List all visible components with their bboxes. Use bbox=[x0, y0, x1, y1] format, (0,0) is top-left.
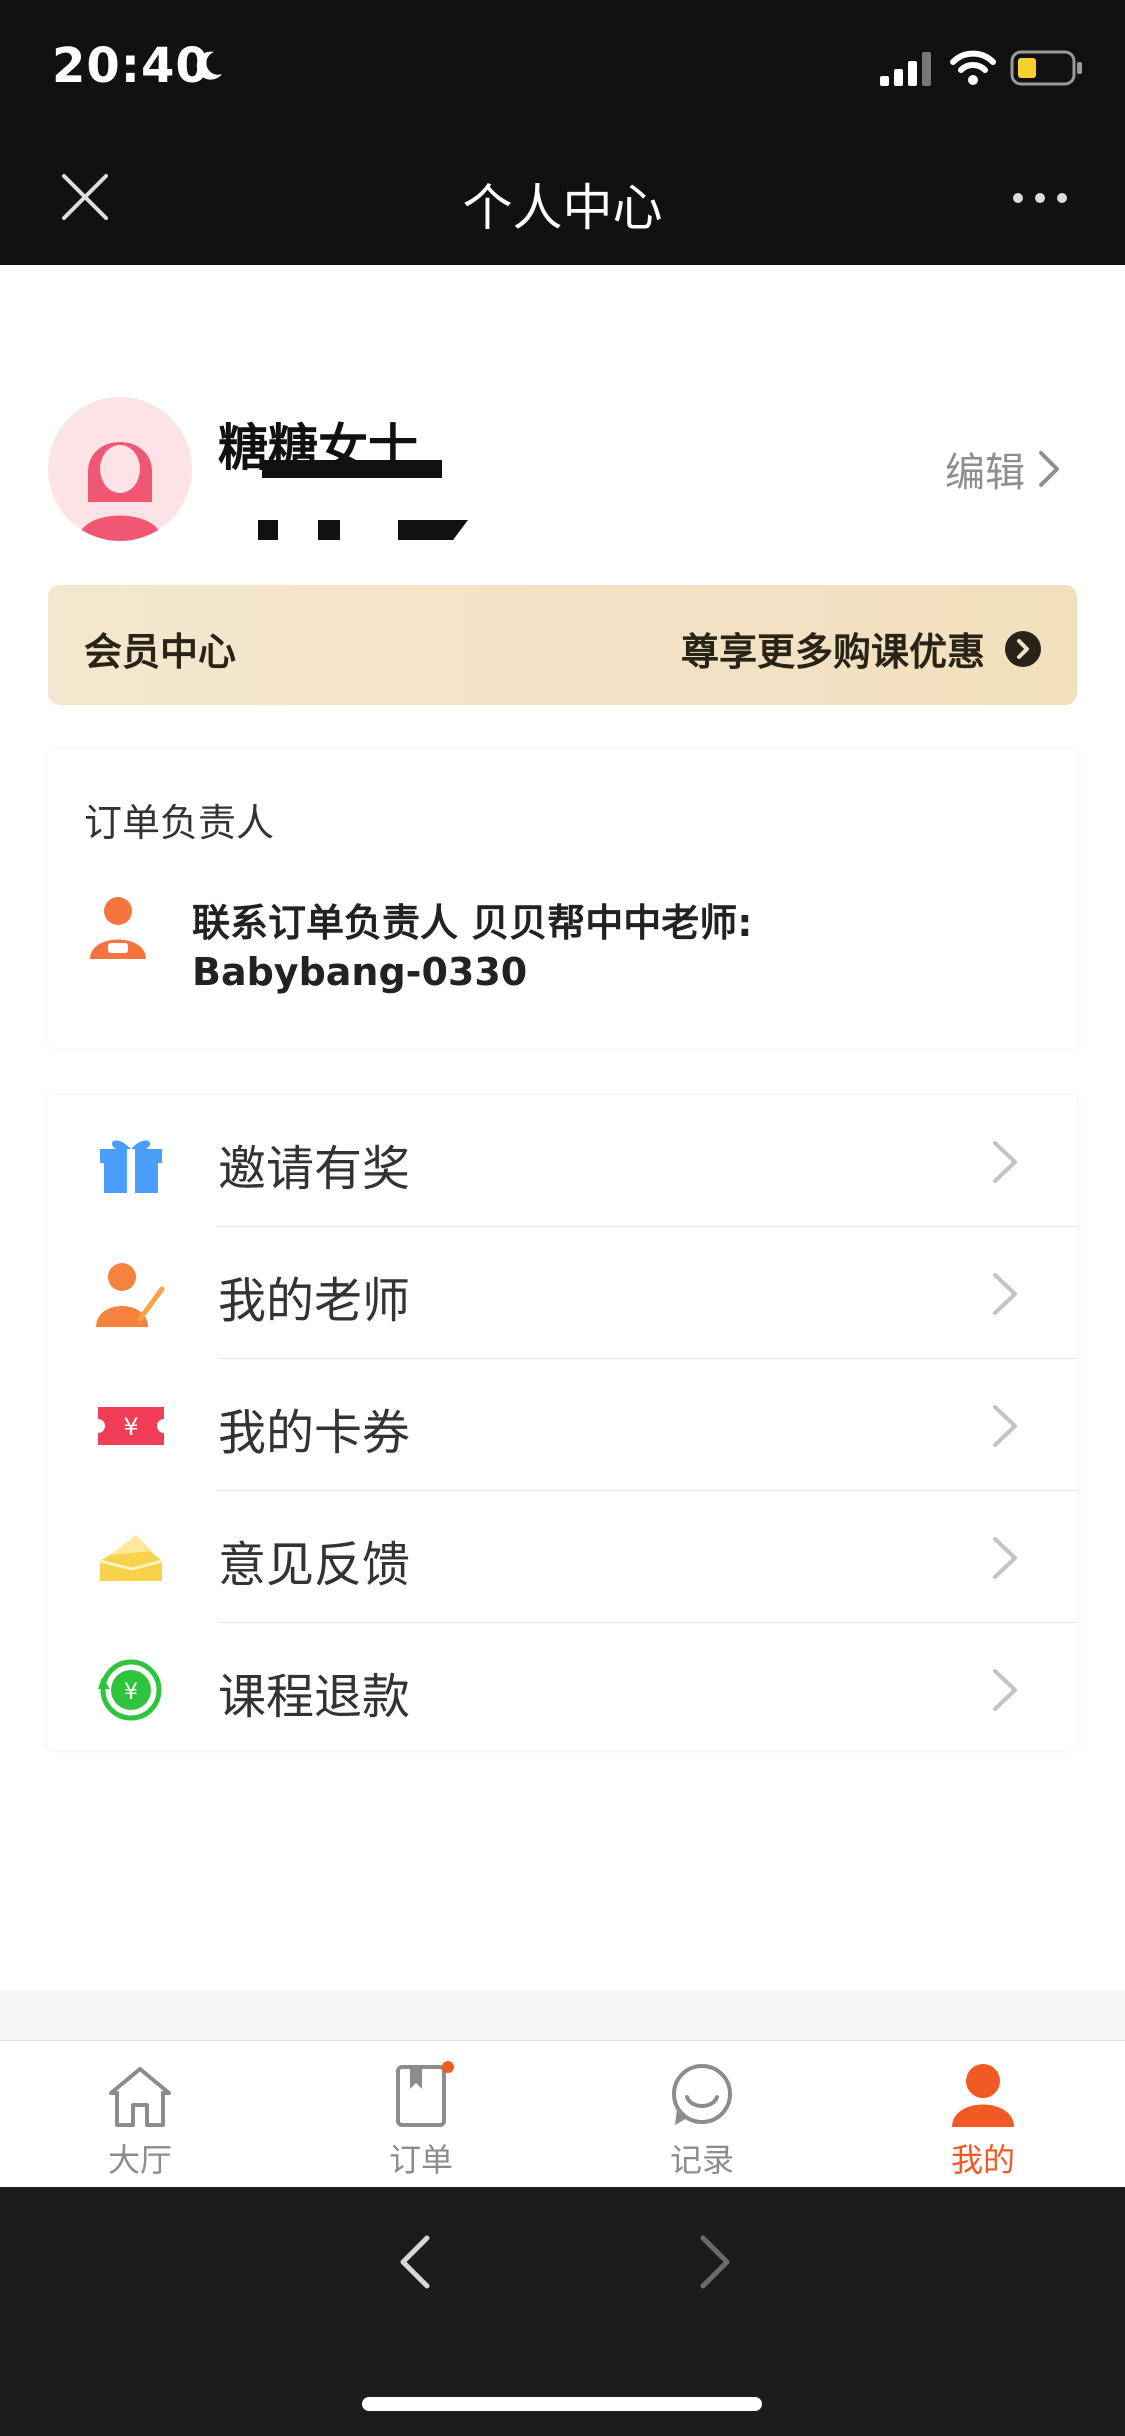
tab-mine[interactable]: 我的 bbox=[883, 2061, 1083, 2181]
menu-item-teacher[interactable]: 我的老师 bbox=[48, 1227, 1077, 1359]
profile-icon bbox=[952, 2064, 1014, 2127]
background-strip bbox=[0, 1990, 1125, 2040]
status-time: 20:40 bbox=[52, 38, 210, 94]
teacher-icon bbox=[96, 1263, 165, 1327]
chevron-right-icon bbox=[993, 1405, 1017, 1447]
menu-label: 我的老师 bbox=[218, 1273, 411, 1329]
page-title: 个人中心 bbox=[462, 179, 663, 237]
record-icon bbox=[672, 2064, 732, 2125]
edit-profile-link[interactable]: 编辑 bbox=[945, 440, 1061, 498]
nav-bar: 个人中心 bbox=[0, 130, 1125, 265]
tab-orders[interactable]: 订单 bbox=[321, 2061, 521, 2181]
menu-item-feedback[interactable]: 意见反馈 bbox=[48, 1491, 1077, 1623]
order-owner-card: 订单负责人 联系订单负责人 贝贝帮中中老师: Babybang-0330 bbox=[48, 750, 1077, 1048]
member-center-label: 会员中心 bbox=[84, 630, 237, 674]
tab-records[interactable]: 记录 bbox=[602, 2061, 802, 2181]
menu-label: 意见反馈 bbox=[218, 1537, 411, 1593]
feedback-icon bbox=[99, 1535, 163, 1581]
person-contact-icon bbox=[90, 897, 146, 959]
order-owner-id[interactable]: Babybang-0330 bbox=[192, 950, 527, 994]
order-owner-contact: 联系订单负责人 贝贝帮中中老师: bbox=[192, 901, 753, 945]
redacted-bar bbox=[262, 460, 442, 478]
order-icon bbox=[396, 2061, 454, 2127]
signal-icon bbox=[880, 52, 931, 86]
tab-label: 记录 bbox=[669, 2141, 734, 2179]
tab-label: 我的 bbox=[950, 2141, 1015, 2179]
moon-icon bbox=[196, 51, 222, 80]
svg-text:¥: ¥ bbox=[123, 1413, 138, 1441]
menu-label: 邀请有奖 bbox=[218, 1141, 411, 1197]
tab-label: 大厅 bbox=[107, 2141, 172, 2179]
forward-icon[interactable] bbox=[695, 2232, 735, 2292]
tab-label: 订单 bbox=[388, 2141, 453, 2179]
order-owner-title: 订单负责人 bbox=[84, 801, 275, 845]
edit-label: 编辑 bbox=[945, 450, 1025, 496]
browser-toolbar bbox=[0, 2187, 1125, 2436]
coupon-icon: ¥ bbox=[98, 1407, 164, 1445]
chevron-right-icon bbox=[993, 1141, 1017, 1183]
more-icon[interactable] bbox=[1010, 188, 1070, 208]
tab-bar: 大厅 订单 记录 我的 bbox=[0, 2040, 1125, 2187]
avatar[interactable] bbox=[48, 397, 192, 541]
menu-label: 我的卡券 bbox=[218, 1405, 411, 1461]
chevron-right-icon bbox=[993, 1669, 1017, 1711]
member-center-banner[interactable]: 会员中心 尊享更多购课优惠 bbox=[48, 585, 1077, 705]
menu-item-invite[interactable]: 邀请有奖 bbox=[48, 1095, 1077, 1227]
chevron-right-icon bbox=[1039, 451, 1059, 487]
chevron-right-icon bbox=[993, 1273, 1017, 1315]
wifi-icon bbox=[950, 50, 996, 85]
menu-item-coupons[interactable]: ¥ 我的卡券 bbox=[48, 1359, 1077, 1491]
svg-text:¥: ¥ bbox=[124, 1680, 138, 1705]
redacted-block bbox=[258, 520, 468, 540]
avatar-woman-icon bbox=[78, 442, 162, 541]
member-promo: 尊享更多购课优惠 bbox=[681, 621, 1041, 676]
tab-hall[interactable]: 大厅 bbox=[40, 2061, 240, 2181]
battery-icon bbox=[1010, 50, 1082, 86]
notification-dot bbox=[442, 2061, 454, 2073]
menu-list: 邀请有奖 我的老师 ¥ 我的卡券 意见反馈 ¥ 课程退款 bbox=[48, 1095, 1077, 1750]
home-indicator bbox=[362, 2397, 762, 2411]
gift-icon bbox=[100, 1140, 162, 1193]
menu-item-refund[interactable]: ¥ 课程退款 bbox=[48, 1623, 1077, 1755]
status-bar: 20:40 bbox=[0, 0, 1125, 130]
home-icon bbox=[109, 2067, 171, 2127]
chevron-right-icon bbox=[993, 1537, 1017, 1579]
menu-label: 课程退款 bbox=[218, 1669, 411, 1725]
arrow-circle-icon bbox=[1005, 630, 1041, 667]
refund-icon: ¥ bbox=[98, 1659, 162, 1721]
back-icon[interactable] bbox=[395, 2232, 435, 2292]
member-promo-text: 尊享更多购课优惠 bbox=[680, 630, 985, 674]
